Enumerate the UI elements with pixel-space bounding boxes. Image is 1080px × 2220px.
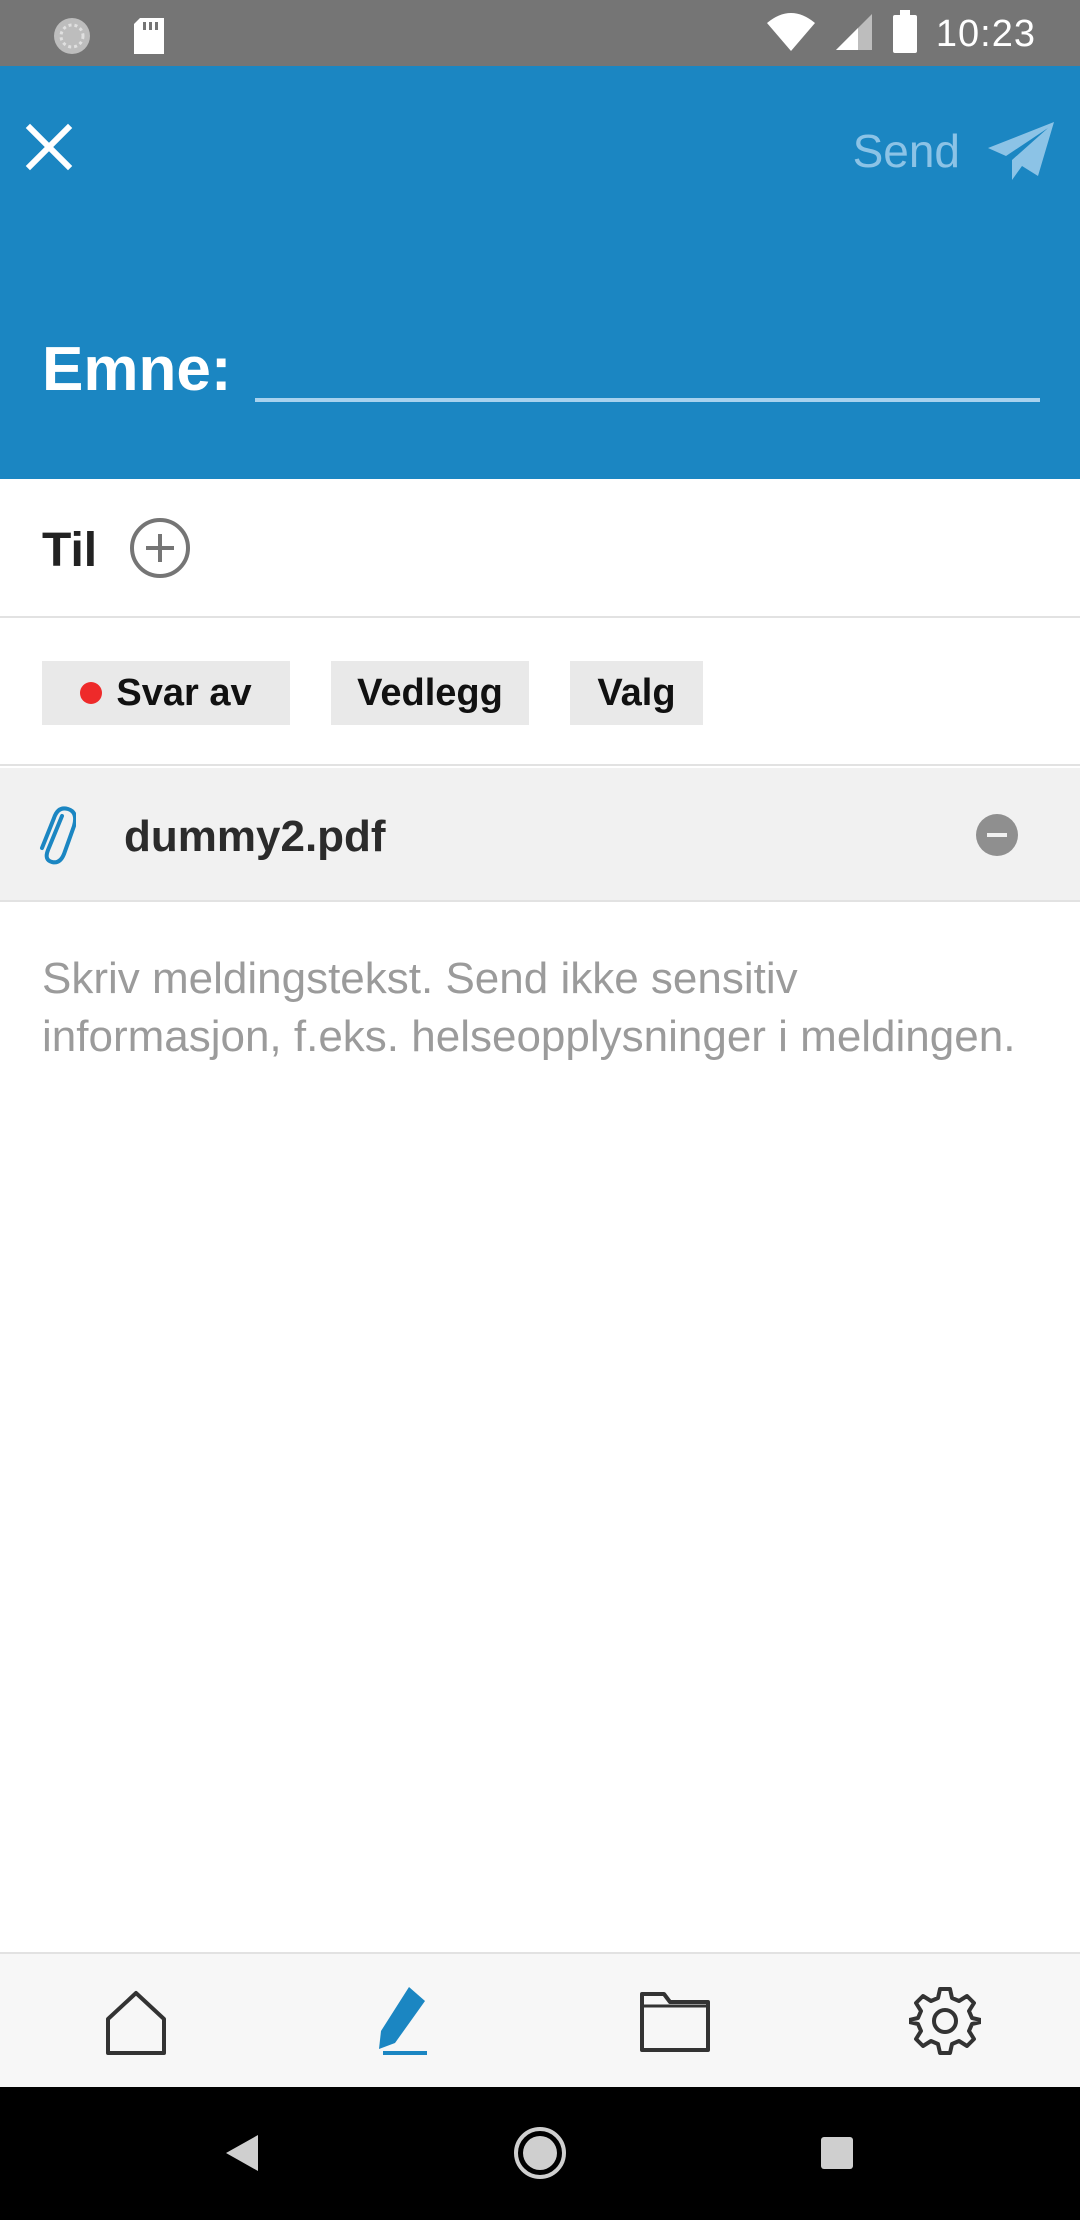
add-recipient-button[interactable] [128,516,192,580]
compose-message-screen: 10:23 Send Emne: Til Svar av Vedlegg Val… [0,0,1080,2220]
attachments-chip[interactable]: Vedlegg [331,661,529,725]
paperclip-icon [40,806,76,865]
remove-attachment-button[interactable] [976,814,1018,856]
compose-header: Send Emne: [0,66,1080,479]
send-button[interactable]: Send [853,116,1056,186]
to-label: Til [42,524,98,577]
nav-home[interactable] [91,1976,181,2066]
recents-square-icon [821,2137,853,2169]
back-triangle-icon [226,2135,258,2171]
status-bar: 10:23 [0,0,1080,66]
send-label: Send [852,125,960,177]
options-chip-label: Valg [597,671,676,714]
sd-card-icon [132,16,166,61]
message-body-input[interactable] [42,950,1042,1930]
subject-input[interactable] [255,316,1040,402]
message-options-row: Svar av Vedlegg Valg [0,618,1080,766]
compose-icon [379,1987,427,2055]
home-circle-icon [514,2127,566,2179]
reply-chip-label: Svar av [116,671,252,714]
attachment-file-name: dummy2.pdf [124,812,386,861]
options-chip[interactable]: Valg [570,661,703,725]
bottom-navigation [0,1952,1080,2087]
subject-label: Emne: [42,335,232,404]
reply-status-dot [80,682,103,704]
close-button[interactable] [24,122,74,172]
system-navigation-bar [0,2087,1080,2220]
signal-icon [834,12,874,57]
wifi-icon [766,11,816,58]
system-recents-button[interactable] [807,2123,867,2183]
add-circle-icon [130,518,190,578]
sync-icon [50,14,94,63]
nav-settings[interactable] [900,1976,990,2066]
folder-icon [640,1992,710,2052]
system-back-button[interactable] [212,2123,272,2183]
nav-compose[interactable] [360,1976,450,2066]
settings-icon [909,1987,981,2055]
close-icon [25,123,73,171]
reply-toggle-chip[interactable]: Svar av [42,661,290,725]
attachment-item[interactable]: dummy2.pdf [0,768,1080,902]
clock: 10:23 [935,13,1036,55]
home-icon [106,1991,166,2055]
paper-plane-icon [988,122,1054,180]
recipients-row: Til [0,479,1080,618]
battery-icon [892,10,918,59]
nav-folder[interactable] [630,1976,720,2066]
system-home-button[interactable] [510,2123,570,2183]
attachments-chip-label: Vedlegg [357,671,503,714]
